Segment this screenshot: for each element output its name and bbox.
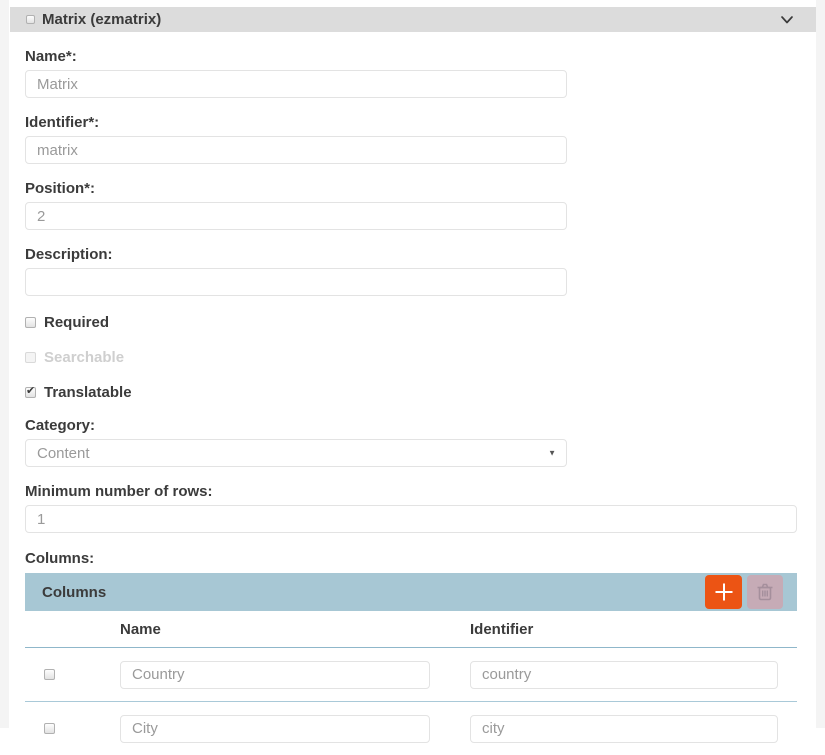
searchable-checkbox [25, 352, 36, 363]
field-definition-panel: Matrix (ezmatrix) Name*: Identifier*: Po… [10, 7, 816, 755]
identifier-input[interactable] [25, 136, 567, 164]
translatable-checkbox[interactable] [25, 387, 36, 398]
select-arrow-icon: ▼ [548, 449, 556, 458]
row-select-checkbox[interactable] [44, 723, 55, 734]
category-select[interactable]: Content ▼ [25, 439, 567, 467]
columns-table: Name Identifier [25, 611, 797, 755]
table-row [25, 648, 797, 701]
identifier-label: Identifier*: [25, 114, 816, 131]
columns-section: Columns: Columns [25, 550, 816, 755]
description-field-group: Description: [25, 246, 816, 296]
chevron-down-icon[interactable] [780, 15, 794, 25]
page-right-gutter [816, 0, 825, 728]
description-label: Description: [25, 246, 816, 263]
searchable-label: Searchable [44, 349, 124, 366]
required-label[interactable]: Required [44, 314, 109, 331]
add-column-button[interactable] [705, 575, 742, 609]
columns-section-label: Columns: [25, 550, 816, 567]
category-field-group: Category: Content ▼ [25, 417, 816, 467]
name-field-group: Name*: [25, 48, 816, 98]
column-name-input[interactable] [120, 715, 430, 743]
column-identifier-input[interactable] [470, 715, 778, 743]
column-header-name: Name [120, 621, 470, 638]
accordion-title: Matrix (ezmatrix) [42, 11, 161, 28]
row-select-checkbox[interactable] [44, 669, 55, 680]
position-input[interactable] [25, 202, 567, 230]
min-rows-label: Minimum number of rows: [25, 483, 816, 500]
required-checkbox[interactable] [25, 317, 36, 328]
column-identifier-input[interactable] [470, 661, 778, 689]
table-row [25, 701, 797, 755]
min-rows-input[interactable] [25, 505, 797, 533]
column-header-identifier: Identifier [470, 621, 797, 638]
columns-table-header: Name Identifier [25, 611, 797, 648]
columns-bar-title: Columns [42, 584, 106, 601]
accordion-header-matrix[interactable]: Matrix (ezmatrix) [10, 7, 816, 32]
trash-icon [754, 581, 776, 603]
translatable-label[interactable]: Translatable [44, 384, 132, 401]
searchable-checkbox-row: Searchable [25, 349, 816, 366]
name-label: Name*: [25, 48, 816, 65]
required-checkbox-row: Required [25, 314, 816, 331]
position-label: Position*: [25, 180, 816, 197]
min-rows-field-group: Minimum number of rows: [25, 483, 816, 533]
columns-table-body [25, 648, 797, 755]
description-input[interactable] [25, 268, 567, 296]
translatable-checkbox-row: Translatable [25, 384, 816, 401]
category-label: Category: [25, 417, 816, 434]
column-name-input[interactable] [120, 661, 430, 689]
page-left-gutter [0, 0, 9, 728]
name-input[interactable] [25, 70, 567, 98]
field-select-checkbox[interactable] [26, 15, 35, 24]
plus-icon [714, 582, 734, 602]
columns-bar: Columns [25, 573, 797, 611]
position-field-group: Position*: [25, 180, 816, 230]
delete-column-button[interactable] [747, 575, 783, 609]
identifier-field-group: Identifier*: [25, 114, 816, 164]
category-selected-value: Content [37, 445, 90, 462]
